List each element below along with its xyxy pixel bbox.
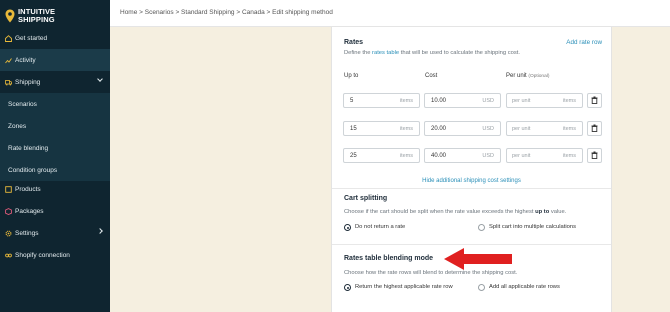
trash-icon bbox=[591, 96, 598, 104]
hide-additional-settings-link[interactable]: Hide additional shipping cost settings bbox=[332, 178, 611, 184]
delete-row-button[interactable] bbox=[587, 148, 602, 163]
column-header-per-unit: Per unit (Optional) bbox=[506, 73, 550, 79]
sidebar-item-get-started[interactable]: Get started bbox=[0, 27, 110, 49]
sidebar-item-rate-blending[interactable]: Rate blending bbox=[0, 137, 110, 159]
breadcrumb[interactable]: Home > Scenarios > Standard Shipping > C… bbox=[120, 9, 333, 16]
chevron-right-icon bbox=[97, 228, 103, 234]
truck-icon bbox=[5, 79, 12, 86]
sidebar-item-scenarios[interactable]: Scenarios bbox=[0, 93, 110, 115]
up-to-input[interactable]: 25 items bbox=[343, 148, 420, 163]
cost-input[interactable]: 10.00 USD bbox=[424, 93, 501, 108]
add-rate-row-button[interactable]: Add rate row bbox=[566, 39, 602, 46]
top-bar: Home > Scenarios > Standard Shipping > C… bbox=[110, 0, 670, 27]
per-unit-input[interactable]: per unit items bbox=[506, 121, 583, 136]
sidebar-item-zones[interactable]: Zones bbox=[0, 115, 110, 137]
up-to-input[interactable]: 5 items bbox=[343, 93, 420, 108]
section-divider bbox=[332, 244, 611, 245]
per-unit-input[interactable]: per unit items bbox=[506, 93, 583, 108]
rates-table-link[interactable]: rates table bbox=[372, 50, 399, 56]
radio-add-all-rate-rows[interactable] bbox=[478, 284, 485, 291]
sidebar-item-activity[interactable]: Activity bbox=[0, 49, 110, 71]
gear-icon bbox=[5, 230, 12, 237]
sidebar-item-shopify-connection[interactable]: Shopify connection bbox=[0, 244, 110, 266]
rates-title: Rates bbox=[344, 39, 364, 46]
connection-icon bbox=[5, 252, 12, 259]
sidebar-item-settings[interactable]: Settings bbox=[0, 222, 110, 244]
location-pin-icon bbox=[5, 9, 15, 23]
radio-highest-rate-row[interactable] bbox=[344, 284, 351, 291]
cost-input[interactable]: 40.00 USD bbox=[424, 148, 501, 163]
red-arrow-annotation bbox=[444, 248, 512, 270]
radio-do-not-return-rate[interactable] bbox=[344, 224, 351, 231]
cart-splitting-description: Choose if the cart should be split when … bbox=[344, 209, 567, 215]
rates-description: Define the rates table that will be used… bbox=[344, 50, 520, 56]
trash-icon bbox=[591, 124, 598, 132]
per-unit-input[interactable]: per unit items bbox=[506, 148, 583, 163]
delete-row-button[interactable] bbox=[587, 121, 602, 136]
column-header-up-to: Up to bbox=[344, 73, 359, 79]
package-icon bbox=[5, 207, 12, 215]
sidebar-item-products[interactable]: Products bbox=[0, 178, 110, 200]
radio-label: Add all applicable rate rows bbox=[489, 284, 560, 290]
cart-splitting-title: Cart splitting bbox=[344, 195, 388, 202]
sidebar: INTUITIVE SHIPPING Get started Activity … bbox=[0, 0, 110, 312]
radio-split-cart[interactable] bbox=[478, 224, 485, 231]
cost-input[interactable]: 20.00 USD bbox=[424, 121, 501, 136]
brand-name: INTUITIVE SHIPPING bbox=[18, 7, 56, 24]
home-icon bbox=[5, 34, 12, 42]
column-header-cost: Cost bbox=[425, 73, 438, 79]
products-icon bbox=[5, 185, 12, 193]
sidebar-item-packages[interactable]: Packages bbox=[0, 200, 110, 222]
chevron-down-icon bbox=[97, 76, 103, 82]
chart-icon bbox=[5, 57, 12, 64]
delete-row-button[interactable] bbox=[587, 93, 602, 108]
trash-icon bbox=[591, 151, 598, 159]
radio-label: Do not return a rate bbox=[355, 224, 406, 230]
brand-logo[interactable]: INTUITIVE SHIPPING bbox=[0, 0, 110, 28]
sidebar-item-shipping[interactable]: Shipping bbox=[0, 71, 110, 93]
blending-mode-title: Rates table blending mode bbox=[344, 255, 434, 262]
radio-label: Return the highest applicable rate row bbox=[355, 284, 453, 290]
radio-label: Split cart into multiple calculations bbox=[489, 224, 576, 230]
section-divider bbox=[332, 188, 611, 189]
up-to-input[interactable]: 15 items bbox=[343, 121, 420, 136]
